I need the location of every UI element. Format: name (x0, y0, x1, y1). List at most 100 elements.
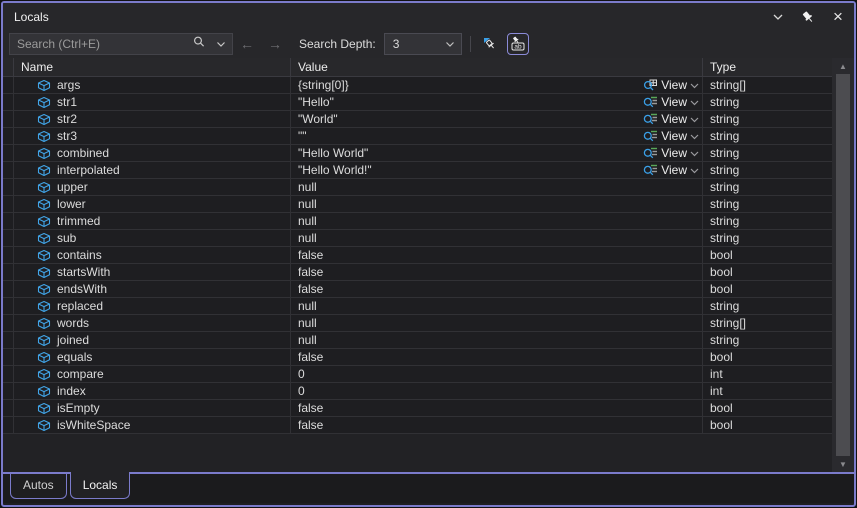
type-cell[interactable]: string (703, 94, 828, 110)
value-cell[interactable]: 0 (291, 366, 703, 382)
scroll-up-icon[interactable]: ▲ (832, 58, 854, 74)
value-cell[interactable]: false (291, 281, 703, 297)
table-row[interactable]: trimmed null string (3, 213, 832, 230)
table-row[interactable]: equals false bool (3, 349, 832, 366)
type-cell[interactable]: string (703, 128, 828, 144)
table-row[interactable]: str1 "Hello" (3, 94, 832, 111)
search-box[interactable] (9, 33, 233, 55)
name-cell[interactable]: contains (14, 247, 291, 263)
table-row[interactable]: args {string[0]} (3, 77, 832, 94)
table-row[interactable]: compare 0 int (3, 366, 832, 383)
value-cell[interactable]: false (291, 247, 703, 263)
name-cell[interactable]: isWhiteSpace (14, 417, 291, 433)
name-cell[interactable]: startsWith (14, 264, 291, 280)
value-cell[interactable]: null (291, 332, 703, 348)
type-cell[interactable]: bool (703, 417, 828, 433)
table-row[interactable]: combined "Hello World" (3, 145, 832, 162)
window-position-chevron-icon[interactable] (770, 9, 786, 25)
search-forward-icon[interactable]: → (268, 36, 282, 52)
name-cell[interactable]: str2 (14, 111, 291, 127)
value-cell[interactable]: {string[0]} (291, 77, 703, 93)
value-cell[interactable]: null (291, 213, 703, 229)
name-cell[interactable]: joined (14, 332, 291, 348)
name-cell[interactable]: str1 (14, 94, 291, 110)
type-cell[interactable]: string (703, 179, 828, 195)
search-depth-dropdown[interactable]: 3 (384, 33, 462, 55)
table-row[interactable]: contains false bool (3, 247, 832, 264)
value-cell[interactable]: false (291, 417, 703, 433)
view-button[interactable]: View (643, 162, 699, 178)
value-cell[interactable]: 0 (291, 383, 703, 399)
name-cell[interactable]: replaced (14, 298, 291, 314)
table-row[interactable]: replaced null string (3, 298, 832, 315)
value-cell[interactable]: "" (291, 128, 703, 144)
table-row[interactable]: lower null string (3, 196, 832, 213)
name-cell[interactable]: compare (14, 366, 291, 382)
scroll-down-icon[interactable]: ▼ (832, 456, 854, 472)
name-cell[interactable]: upper (14, 179, 291, 195)
table-row[interactable]: isWhiteSpace false bool (3, 417, 832, 434)
value-cell[interactable]: null (291, 230, 703, 246)
type-cell[interactable]: string (703, 230, 828, 246)
value-cell[interactable]: false (291, 264, 703, 280)
type-cell[interactable]: string (703, 213, 828, 229)
table-row[interactable]: upper null string (3, 179, 832, 196)
type-cell[interactable]: string[] (703, 77, 828, 93)
type-cell[interactable]: bool (703, 281, 828, 297)
table-row[interactable]: index 0 int (3, 383, 832, 400)
search-back-icon[interactable]: ← (240, 36, 254, 52)
name-cell[interactable]: str3 (14, 128, 291, 144)
table-row[interactable]: interpolated "Hello World!" (3, 162, 832, 179)
table-row[interactable]: sub null string (3, 230, 832, 247)
type-cell[interactable]: string[] (703, 315, 828, 331)
type-cell[interactable]: bool (703, 247, 828, 263)
type-cell[interactable]: bool (703, 264, 828, 280)
name-cell[interactable]: isEmpty (14, 400, 291, 416)
table-row[interactable]: startsWith false bool (3, 264, 832, 281)
value-cell[interactable]: "Hello" (291, 94, 703, 110)
type-cell[interactable]: int (703, 383, 828, 399)
pinned-members-ab-icon[interactable]: ab (507, 33, 529, 55)
name-cell[interactable]: combined (14, 145, 291, 161)
table-row[interactable]: words null string[] (3, 315, 832, 332)
type-cell[interactable]: string (703, 162, 828, 178)
table-row[interactable]: isEmpty false bool (3, 400, 832, 417)
value-cell[interactable]: false (291, 349, 703, 365)
search-input[interactable] (17, 37, 192, 51)
table-row[interactable]: joined null string (3, 332, 832, 349)
name-cell[interactable]: sub (14, 230, 291, 246)
table-row[interactable]: str2 "World" (3, 111, 832, 128)
type-cell[interactable]: string (703, 111, 828, 127)
pin-filter-icon[interactable] (479, 33, 501, 55)
scrollbar-thumb[interactable] (836, 74, 850, 456)
type-cell[interactable]: int (703, 366, 828, 382)
type-cell[interactable]: string (703, 145, 828, 161)
name-cell[interactable]: trimmed (14, 213, 291, 229)
column-header-name[interactable]: Name (14, 58, 291, 76)
type-cell[interactable]: string (703, 196, 828, 212)
view-button[interactable]: View (643, 94, 699, 110)
column-header-value[interactable]: Value (291, 58, 703, 76)
tab-locals[interactable]: Locals (70, 472, 131, 499)
pin-icon[interactable] (800, 9, 816, 25)
value-cell[interactable]: null (291, 298, 703, 314)
table-row[interactable]: str3 "" (3, 128, 832, 145)
close-icon[interactable]: × (830, 9, 846, 25)
view-button[interactable]: View (643, 145, 699, 161)
view-button[interactable]: View (643, 77, 699, 93)
value-cell[interactable]: "Hello World!" (291, 162, 703, 178)
value-cell[interactable]: false (291, 400, 703, 416)
tab-autos[interactable]: Autos (10, 474, 67, 499)
vertical-scrollbar[interactable]: ▲ ▼ (832, 58, 854, 472)
type-cell[interactable]: string (703, 332, 828, 348)
column-header-type[interactable]: Type (703, 58, 828, 76)
value-cell[interactable]: null (291, 179, 703, 195)
name-cell[interactable]: words (14, 315, 291, 331)
name-cell[interactable]: interpolated (14, 162, 291, 178)
name-cell[interactable]: index (14, 383, 291, 399)
view-button[interactable]: View (643, 128, 699, 144)
name-cell[interactable]: args (14, 77, 291, 93)
search-options-chevron-icon[interactable] (216, 35, 226, 53)
type-cell[interactable]: bool (703, 349, 828, 365)
name-cell[interactable]: lower (14, 196, 291, 212)
